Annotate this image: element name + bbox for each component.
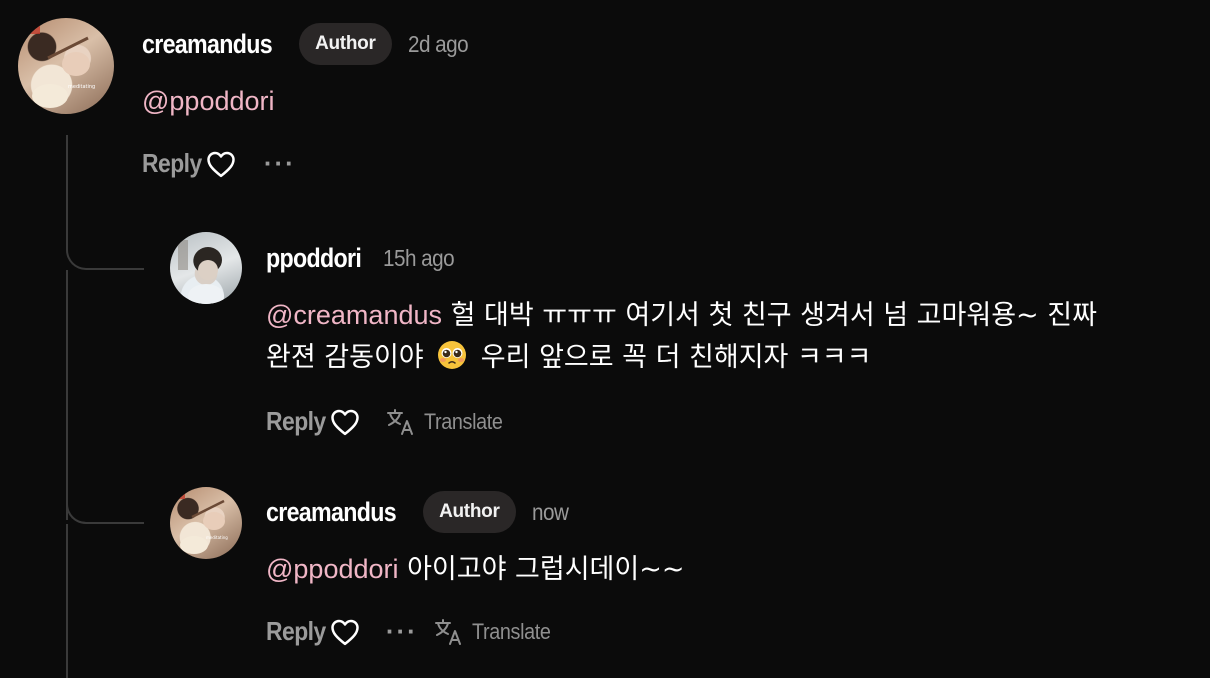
reply-button[interactable]: Reply — [142, 148, 202, 179]
comment-actions: Reply ··· — [142, 148, 296, 179]
comment-text-line-2a: 완젼 감동이야 — [266, 342, 433, 373]
avatar[interactable]: meditating — [18, 18, 114, 114]
svg-text:meditating: meditating — [206, 535, 228, 540]
timestamp: now — [531, 498, 569, 525]
more-options-button[interactable]: ··· — [386, 616, 418, 647]
timestamp: 2d ago — [407, 30, 469, 57]
comment-body: @ppoddori 아이고야 그럽시데이~~ — [266, 548, 1186, 591]
like-button[interactable] — [330, 618, 360, 646]
mention-link[interactable]: @ppoddori — [266, 554, 399, 584]
thread-connector-2b — [66, 470, 144, 524]
mention-link[interactable]: @creamandus — [266, 300, 442, 330]
svg-text:meditating: meditating — [68, 84, 95, 90]
comment-3: creamandus Author now @ppoddori 아이고야 그럽시… — [266, 490, 1186, 591]
comment-text-line-2b: 우리 앞으로 꼭 더 친해지자 ㅋㅋㅋ — [472, 342, 872, 373]
mention-link[interactable]: @ppoddori — [142, 86, 275, 116]
avatar[interactable]: meditating — [170, 487, 242, 559]
like-button[interactable] — [330, 408, 360, 436]
translate-icon — [386, 408, 413, 435]
thread-line-2 — [66, 524, 68, 678]
translate-icon — [434, 618, 461, 645]
author-badge: Author — [423, 491, 516, 533]
comment-text-line-1: 헐 대박 ㅠㅠㅠ 여기서 첫 친구 생겨서 넘 고마워용~ 진짜 — [442, 300, 1097, 331]
reply-button[interactable]: Reply — [266, 406, 326, 437]
username[interactable]: creamandus — [142, 29, 273, 60]
timestamp: 15h ago — [382, 244, 455, 271]
more-options-button[interactable]: ··· — [264, 148, 296, 179]
comment-2: ppoddori 15h ago @creamandus 헐 대박 ㅠㅠㅠ 여기… — [266, 236, 1186, 379]
translate-button[interactable]: Translate — [434, 618, 559, 646]
avatar[interactable] — [170, 232, 242, 304]
comment-actions: Reply ··· Translate — [266, 616, 559, 647]
translate-label: Translate — [423, 408, 503, 434]
comment-actions: Reply Translate — [266, 406, 511, 437]
heart-outline-icon — [207, 151, 235, 177]
pleading-face-emoji — [438, 341, 467, 369]
translate-button[interactable]: Translate — [386, 408, 511, 436]
translate-label: Translate — [471, 618, 551, 644]
comment-body: @ppoddori — [142, 80, 1182, 123]
reply-button[interactable]: Reply — [266, 616, 326, 647]
username[interactable]: creamandus — [266, 497, 397, 528]
comment-body: @creamandus 헐 대박 ㅠㅠㅠ 여기서 첫 친구 생겨서 넘 고마워용… — [266, 294, 1186, 379]
username[interactable]: ppoddori — [266, 243, 362, 274]
comment-thread: meditating creamandus Author 2d ago @ppo… — [0, 0, 1210, 678]
heart-outline-icon — [331, 619, 359, 645]
comment-1: creamandus Author 2d ago @ppoddori — [142, 22, 1182, 123]
author-badge: Author — [299, 23, 392, 65]
like-button[interactable] — [206, 150, 236, 178]
heart-outline-icon — [331, 409, 359, 435]
thread-connector-1 — [66, 135, 144, 270]
comment-text: 아이고야 그럽시데이~~ — [398, 554, 685, 585]
